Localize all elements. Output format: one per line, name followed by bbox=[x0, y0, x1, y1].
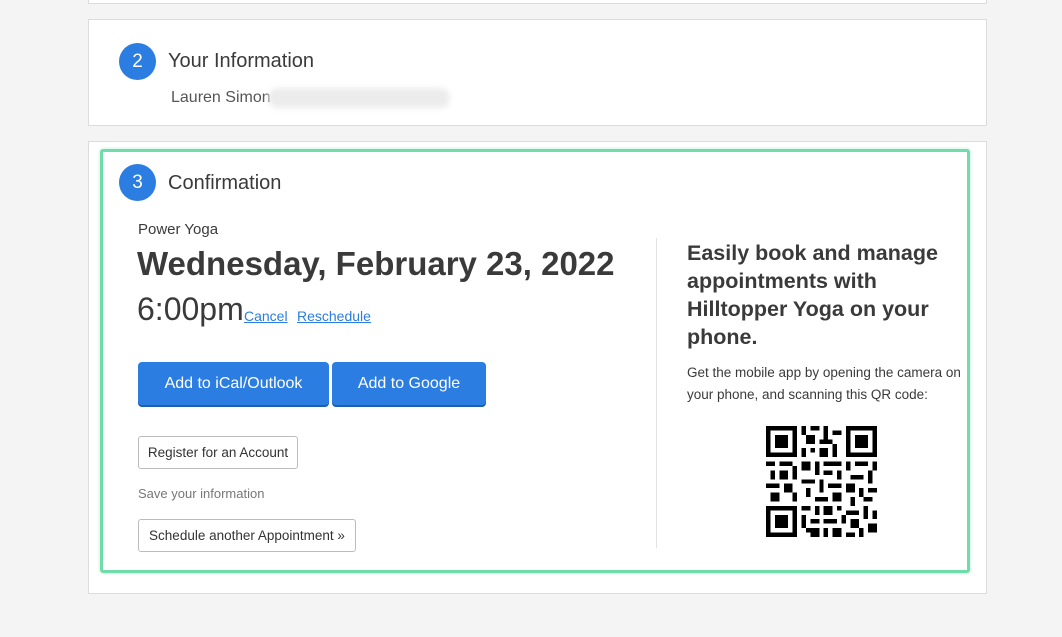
save-information-note: Save your information bbox=[138, 486, 265, 501]
cancel-link[interactable]: Cancel bbox=[244, 308, 288, 324]
qr-code-icon bbox=[766, 426, 877, 537]
step-number-badge: 2 bbox=[119, 43, 156, 80]
reschedule-link[interactable]: Reschedule bbox=[297, 308, 371, 324]
previous-step-card bbox=[88, 0, 987, 4]
add-to-google-button[interactable]: Add to Google bbox=[332, 362, 486, 405]
add-to-ical-button[interactable]: Add to iCal/Outlook bbox=[138, 362, 329, 405]
app-promo-description: Get the mobile app by opening the camera… bbox=[687, 365, 961, 402]
step-title-your-information: Your Information bbox=[168, 50, 315, 72]
app-promo-title: Easily book and manage appointments with… bbox=[687, 241, 938, 349]
service-name: Power Yoga bbox=[138, 221, 219, 238]
register-account-button[interactable]: Register for an Account bbox=[138, 436, 298, 469]
step-title-confirmation: Confirmation bbox=[168, 172, 282, 194]
step-number-badge: 3 bbox=[119, 164, 156, 201]
customer-name: Lauren Simon bbox=[171, 89, 271, 106]
column-divider bbox=[656, 238, 657, 548]
schedule-another-button[interactable]: Schedule another Appointment » bbox=[138, 519, 356, 552]
customer-email-redacted bbox=[268, 88, 450, 108]
appointment-time: 6:00pm bbox=[137, 291, 244, 327]
appointment-date: Wednesday, February 23, 2022 bbox=[137, 245, 615, 282]
